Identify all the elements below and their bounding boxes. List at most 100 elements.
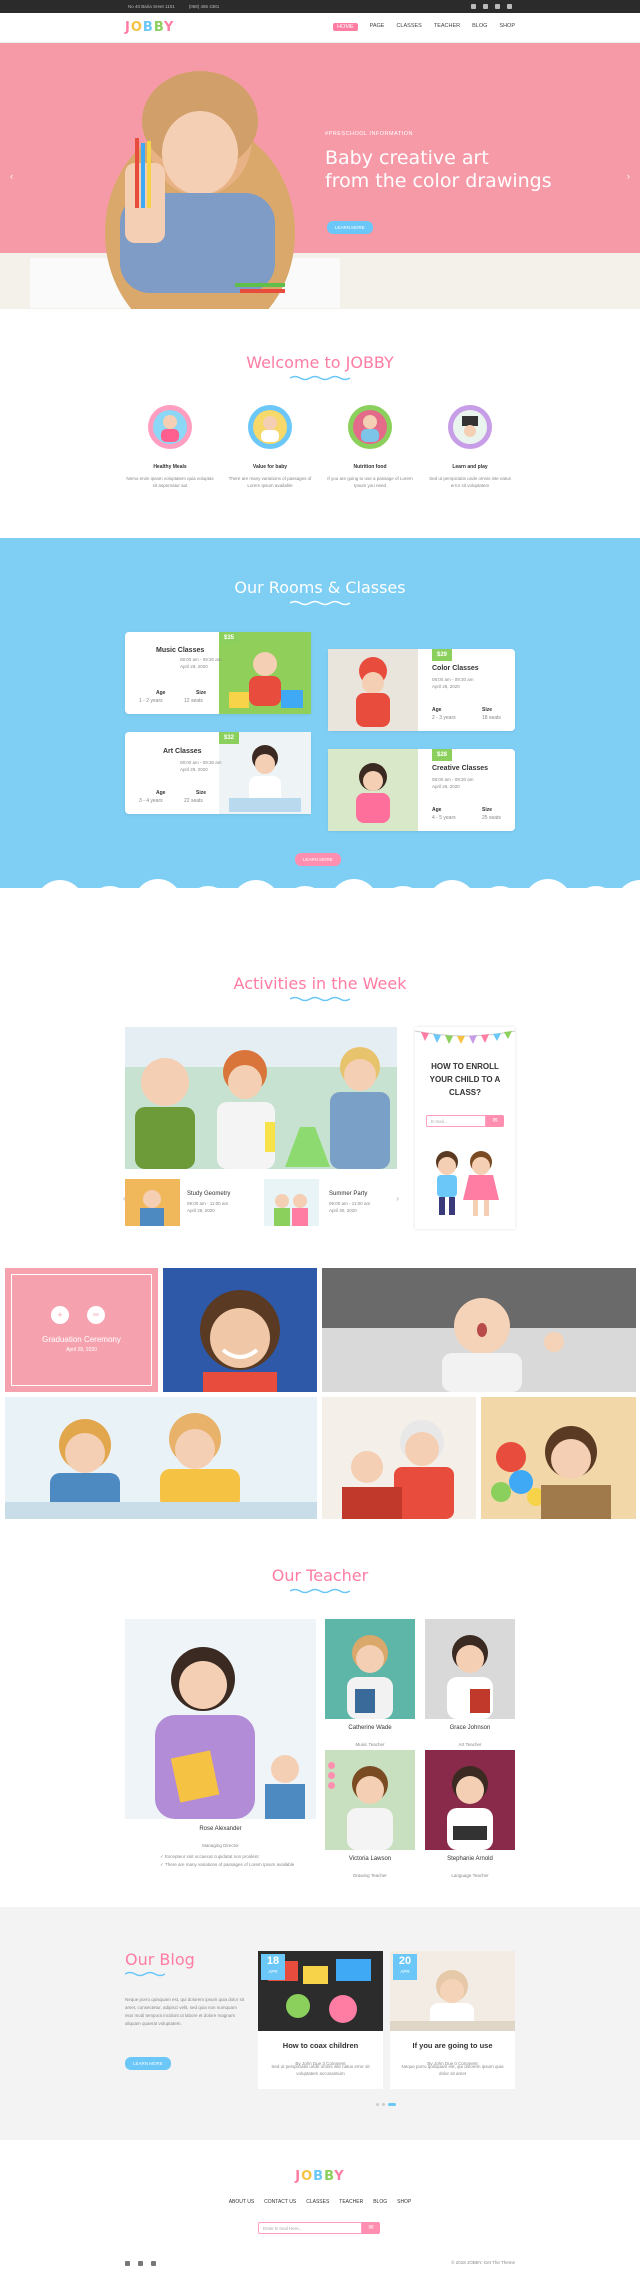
art-class-image [219,732,311,814]
teacher-bullets: ✓ Excepteur sint occaecat cupidatat non … [160,1854,295,1867]
blog-date-badge: 20 APR [393,1954,417,1980]
feature-item: Value for baby There are many variations… [225,404,315,489]
learn-and-play-image [448,405,492,449]
hero-title-line2: from the color drawings [325,170,552,192]
menu: HOME PAGE CLASSES TEACHER BLOG SHOP [333,23,515,31]
feature-item: Healthy Meals Nemo enim ipsam voluptatem… [125,404,215,489]
send-icon[interactable]: ✉ [362,2222,380,2234]
instagram-icon[interactable] [151,2261,156,2266]
twitter-icon[interactable] [138,2261,143,2266]
newsletter-email-input[interactable]: Enter E-mail Here... [258,2222,362,2234]
menu-blog[interactable]: BLOG [472,23,487,31]
pagination-dot[interactable] [376,2103,379,2106]
zoom-icon[interactable]: + [51,1306,69,1324]
search-icon[interactable] [507,4,512,9]
wave-divider-icon [290,375,350,381]
gallery-photo-boys [5,1397,317,1519]
class-card-creative[interactable]: $28 Creative Classes 08:00 am - 09:30 am… [328,749,515,831]
rooms-title: Our Rooms & Classes [234,578,406,597]
graduation-card[interactable]: + ∞ Graduation Ceremony April 28, 2020 [5,1268,158,1392]
footer-link[interactable]: ABOUT US [229,2199,254,2205]
facebook-icon[interactable] [471,4,476,9]
footer-social-links [125,2261,156,2266]
facebook-icon[interactable] [125,2261,130,2266]
menu-home[interactable]: HOME [333,23,358,31]
pagination-dot[interactable] [382,2103,385,2106]
teacher-main-role: Managing Director [202,1843,239,1848]
summer-party-thumb [264,1179,319,1226]
teacher-title: Our Teacher [271,1566,369,1585]
link-icon[interactable]: ∞ [87,1306,105,1324]
color-class-image [328,649,418,731]
features-row: Healthy Meals Nemo enim ipsam voluptatem… [125,404,515,489]
footer-link[interactable]: SHOP [397,2199,411,2205]
cloud-divider [0,870,640,930]
gallery-photo-girl [163,1268,317,1392]
nutrition-food-image [348,405,392,449]
logo[interactable]: JOBBY [125,20,174,35]
activity-events-strip: ‹ › Study Geometry 09:00 am - 11:00 am A… [123,1172,399,1230]
instagram-icon[interactable] [328,1782,335,1789]
welcome-header: Welcome to JOBBY [0,353,640,381]
healthy-meals-image [148,405,192,449]
activity-main-image [125,1027,397,1169]
class-card-music[interactable]: $35 Music Classes 08:00 am - 09:30 am Ap… [125,632,311,714]
menu-teacher[interactable]: TEACHER [434,23,460,31]
footer-link[interactable]: CONTACT US [264,2199,296,2205]
footer-menu: ABOUT US CONTACT US CLASSES TEACHER BLOG… [0,2199,640,2205]
teacher-main-photo[interactable] [125,1619,316,1819]
copyright-text: © 2018 JOBBY. Get The Theme [451,2260,515,2265]
blog-card[interactable]: 20 APR If you are going to use By John D… [390,1951,515,2089]
instagram-icon[interactable] [495,4,500,9]
blog-date-badge: 18 APR [261,1954,285,1980]
top-bar: No 40 Baria Sreet 1101 (068) 486 4381 [0,0,640,13]
activities-title: Activities in the Week [233,974,407,993]
activities-header: Activities in the Week [0,974,640,1002]
pagination-dot-active[interactable] [388,2103,396,2106]
footer-link[interactable]: CLASSES [306,2199,329,2205]
wave-divider-icon [125,1971,165,1977]
feature-item: Learn and play Sed ut perspiciatis unde … [425,404,515,489]
kids-cartoon-illustration [436,1151,499,1216]
blog-card[interactable]: 18 APR How to coax children By John Due … [258,1951,383,2089]
prev-arrow-icon[interactable]: ‹ [10,171,13,181]
bunting-decoration [415,1030,515,1044]
menu-shop[interactable]: SHOP [499,23,515,31]
wave-divider-icon [290,600,350,606]
teacher-social-links [328,1762,335,1789]
teacher-photo-victoria[interactable] [325,1750,415,1850]
phone-text: (068) 486 4381 [188,4,220,9]
facebook-icon[interactable] [328,1762,335,1769]
twitter-icon[interactable] [483,4,488,9]
creative-class-image [328,749,418,831]
twitter-icon[interactable] [328,1772,335,1779]
footer-link[interactable]: TEACHER [339,2199,363,2205]
rooms-learn-more-button[interactable]: LEARN MORE [295,853,341,866]
menu-classes[interactable]: CLASSES [396,23,421,31]
hero-learn-more-button[interactable]: LEARN MORE [327,221,373,234]
hero-kicker: #PRESCHOOL INFORMATION [325,131,414,137]
hero-title-line1: Baby creative art [325,147,489,169]
blog-intro: Neque porro quisquam est, qui dolorem ip… [125,1997,245,2026]
class-card-art[interactable]: $32 Art Classes 08:00 am - 09:30 am Apri… [125,732,311,814]
footer-link[interactable]: BLOG [373,2199,387,2205]
send-icon[interactable]: ✉ [486,1115,504,1127]
hero-slider: ‹ › #PRESCHOOL INFORMATION Baby creative… [0,43,640,309]
teacher-main-name: Rose Alexander [199,1826,242,1832]
menu-page[interactable]: PAGE [370,23,385,31]
enroll-email-input[interactable]: E-mail... [426,1115,486,1127]
gallery-photo-paint [481,1397,636,1519]
feature-item: Nutrition food If you are going to use a… [325,404,415,489]
teacher-photo-stephanie[interactable] [425,1750,515,1850]
gallery-photo-reading [322,1397,476,1519]
next-arrow-icon[interactable]: › [396,1194,399,1203]
value-for-baby-image [248,405,292,449]
teacher-photo-grace[interactable] [425,1619,515,1719]
blog-learn-more-button[interactable]: LEARN MORE [125,2057,171,2070]
footer: JOBBY [0,2169,640,2184]
class-card-color[interactable]: $29 Color Classes 08:00 am - 09:30 am Ap… [328,649,515,731]
teacher-photo-catherine[interactable] [325,1619,415,1719]
enroll-box: HOW TO ENROLL YOUR CHILD TO A CLASS? E-m… [415,1027,515,1229]
footer-logo[interactable]: JOBBY [0,2169,640,2184]
next-arrow-icon[interactable]: › [627,171,630,181]
